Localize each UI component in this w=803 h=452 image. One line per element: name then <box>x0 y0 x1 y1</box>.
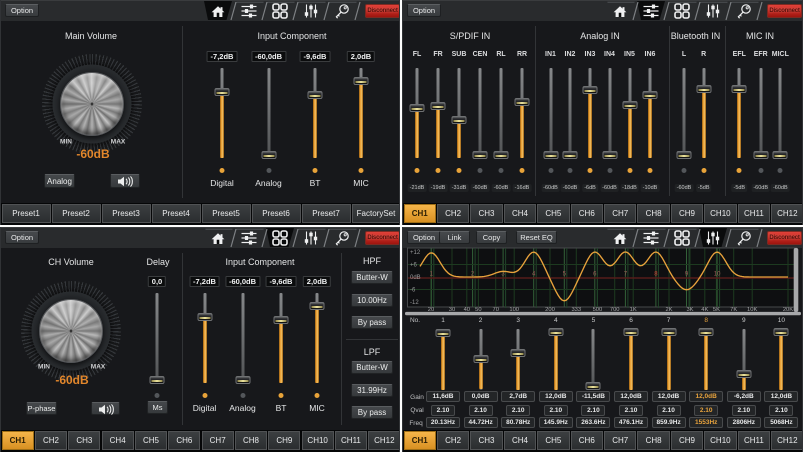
svg-text:0dB: 0dB <box>410 275 421 281</box>
svg-text:333: 333 <box>571 307 581 313</box>
svg-text:+6: +6 <box>410 263 418 269</box>
svg-text:100: 100 <box>509 307 519 313</box>
svg-text:20K: 20K <box>783 307 793 313</box>
svg-text:-6: -6 <box>410 288 416 294</box>
svg-text:+12: +12 <box>410 250 421 256</box>
svg-text:10K: 10K <box>747 307 757 313</box>
svg-text:50: 50 <box>475 307 481 313</box>
svg-text:-12: -12 <box>410 300 419 306</box>
svg-text:70: 70 <box>492 307 498 313</box>
svg-text:30: 30 <box>449 307 455 313</box>
svg-text:10: 10 <box>714 272 721 278</box>
svg-text:20: 20 <box>428 307 434 313</box>
svg-text:4K: 4K <box>701 307 708 313</box>
svg-text:2K: 2K <box>665 307 672 313</box>
svg-text:3K: 3K <box>686 307 693 313</box>
svg-text:5K: 5K <box>713 307 720 313</box>
svg-text:1K: 1K <box>630 307 637 313</box>
svg-text:700: 700 <box>610 307 620 313</box>
svg-text:200: 200 <box>545 307 555 313</box>
svg-text:500: 500 <box>593 307 603 313</box>
svg-text:7K: 7K <box>730 307 737 313</box>
svg-text:40: 40 <box>464 307 470 313</box>
